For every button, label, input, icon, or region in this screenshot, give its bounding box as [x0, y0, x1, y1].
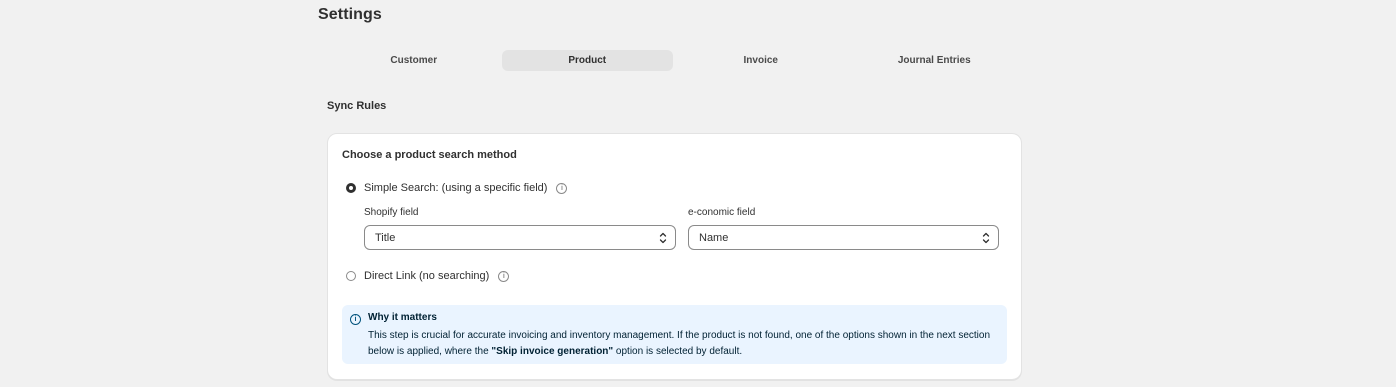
why-it-matters-banner: i Why it matters This step is crucial fo… [342, 305, 1007, 364]
banner-text-after: option is selected by default. [613, 346, 743, 357]
tab-bar: Customer Product Invoice Journal Entries [327, 50, 1021, 71]
banner-highlight: "Skip invoice generation" [491, 346, 614, 357]
simple-search-radio[interactable] [346, 183, 356, 193]
search-method-card: Choose a product search method Simple Se… [327, 133, 1022, 380]
select-chevron-icon [659, 232, 667, 244]
banner-title: Why it matters [368, 312, 437, 323]
tab-customer[interactable]: Customer [328, 50, 500, 71]
economic-field-select[interactable]: Name [688, 225, 999, 250]
page-title: Settings [318, 6, 382, 23]
card-title: Choose a product search method [342, 149, 517, 161]
simple-search-label: Simple Search: (using a specific field) [364, 182, 548, 194]
info-icon[interactable]: i [556, 182, 568, 194]
section-title: Sync Rules [327, 100, 387, 112]
select-chevron-icon [982, 232, 990, 244]
settings-page: Settings Customer Product Invoice Journa… [0, 0, 1396, 387]
info-icon: i [350, 314, 361, 325]
economic-field-value: Name [699, 231, 729, 244]
direct-link-label: Direct Link (no searching) [364, 270, 490, 282]
tab-invoice[interactable]: Invoice [675, 50, 847, 71]
info-icon[interactable]: i [498, 270, 510, 282]
direct-link-radio[interactable] [346, 271, 356, 281]
shopify-field-label: Shopify field [364, 207, 419, 218]
economic-field-label: e-conomic field [688, 207, 756, 218]
shopify-field-value: Title [375, 231, 396, 244]
tab-product[interactable]: Product [501, 50, 673, 71]
shopify-field-select[interactable]: Title [364, 225, 676, 250]
simple-search-option[interactable]: Simple Search: (using a specific field) … [346, 182, 568, 194]
direct-link-option[interactable]: Direct Link (no searching) i [346, 270, 510, 282]
banner-body: This step is crucial for accurate invoic… [368, 328, 998, 360]
tab-journal-entries[interactable]: Journal Entries [849, 50, 1021, 71]
